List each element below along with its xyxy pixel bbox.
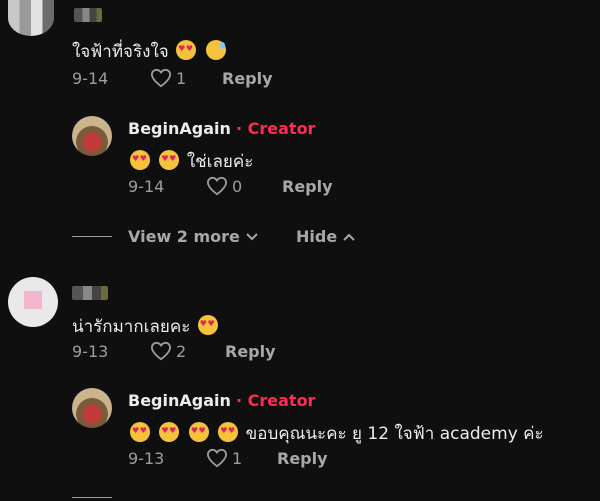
like-count: 1 (176, 68, 187, 88)
heart-eyes-emoji (176, 40, 197, 60)
like-count: 2 (176, 341, 187, 361)
reply-button[interactable]: Reply (222, 69, 273, 88)
sweat-smile-emoji (205, 40, 226, 60)
comment-text: น่ารักมากเลยคะ (72, 313, 220, 340)
like-button[interactable]: 2 (150, 341, 186, 361)
reply-button[interactable]: Reply (225, 342, 276, 361)
comment-text: ใจฟ้าที่จริงใจ (72, 38, 228, 65)
username-blurred[interactable] (72, 286, 108, 300)
username-blurred[interactable] (74, 8, 102, 22)
like-count: 0 (232, 176, 243, 196)
heart-eyes-emoji (188, 422, 209, 442)
heart-eyes-emoji (159, 150, 180, 170)
avatar[interactable] (8, 277, 58, 327)
view-more-button[interactable]: View 2 more (128, 227, 258, 246)
comment-date: 9-13 (72, 342, 109, 361)
heart-eyes-emoji (159, 422, 180, 442)
reply-text: ขอบคุณนะคะ ยู 12 ใจฟ้า academy ค่ะ (128, 420, 544, 447)
reply-text-content: ใช่เลยค่ะ (186, 152, 254, 172)
like-button[interactable]: 1 (150, 68, 186, 88)
heart-eyes-emoji (218, 422, 239, 442)
thread-divider-line (72, 236, 112, 237)
heart-eyes-emoji (197, 315, 218, 335)
creator-label: · Creator (235, 391, 316, 410)
avatar[interactable] (8, 0, 54, 36)
reply-text-content: ขอบคุณนะคะ ยู 12 ใจฟ้า academy ค่ะ (245, 424, 544, 444)
reply-text: ใช่เลยค่ะ (128, 148, 253, 175)
heart-outline-icon (150, 341, 172, 361)
view-more-label: View 2 more (128, 227, 240, 246)
reply-username[interactable]: BeginAgain (128, 119, 231, 138)
heart-outline-icon (206, 448, 228, 468)
hide-label: Hide (296, 227, 338, 246)
reply-button[interactable]: Reply (277, 449, 328, 468)
comment-text-content: น่ารักมากเลยคะ (72, 317, 191, 337)
reply-date: 9-13 (128, 449, 165, 468)
reply-header: BeginAgain · Creator (128, 119, 315, 138)
like-button[interactable]: 0 (206, 176, 242, 196)
chevron-down-icon (246, 232, 258, 240)
heart-eyes-emoji (130, 422, 150, 442)
heart-outline-icon (150, 68, 172, 88)
thread-divider-line (72, 497, 112, 498)
comment-date: 9-14 (72, 69, 109, 88)
comment-text-content: ใจฟ้าที่จริงใจ (72, 42, 169, 62)
heart-outline-icon (206, 176, 228, 196)
reply-header: BeginAgain · Creator (128, 391, 315, 410)
heart-eyes-emoji (130, 150, 150, 170)
creator-avatar[interactable] (72, 116, 112, 156)
like-count: 1 (232, 448, 243, 468)
creator-avatar[interactable] (72, 388, 112, 428)
like-button[interactable]: 1 (206, 448, 242, 468)
reply-date: 9-14 (128, 177, 165, 196)
chevron-up-icon (343, 233, 355, 241)
hide-button[interactable]: Hide (296, 227, 355, 246)
creator-label: · Creator (235, 119, 316, 138)
reply-username[interactable]: BeginAgain (128, 391, 231, 410)
reply-button[interactable]: Reply (282, 177, 333, 196)
